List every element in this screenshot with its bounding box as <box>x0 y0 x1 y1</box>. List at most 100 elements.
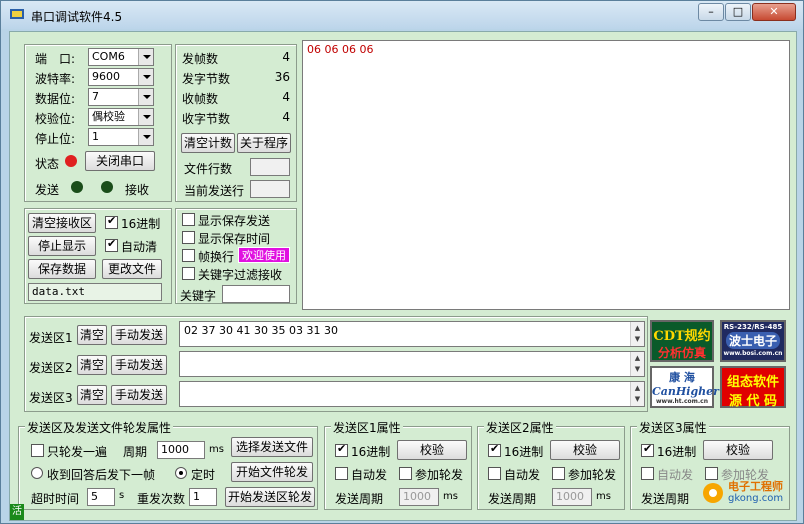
timeout-input[interactable]: 5 <box>87 488 115 506</box>
area3-auto-send-label: 自动发 <box>657 468 694 482</box>
scroll-down-icon[interactable]: ▼ <box>631 333 644 346</box>
close-button[interactable]: ✕ <box>752 3 796 21</box>
resend-label: 重发次数 <box>137 492 186 506</box>
keyword-filter-checkbox[interactable] <box>182 267 195 280</box>
send-area2-clear-button[interactable]: 清空 <box>77 355 107 375</box>
area2-check-button[interactable]: 校验 <box>550 440 620 460</box>
send-area3-manual-button[interactable]: 手动发送 <box>111 385 167 405</box>
gear-logo-icon <box>703 483 723 503</box>
about-button[interactable]: 关于程序 <box>237 133 291 153</box>
only-once-label: 只轮发一遍 <box>47 445 108 459</box>
area2-hex-label: 16进制 <box>504 445 544 459</box>
recv-frames-value: 4 <box>282 90 290 104</box>
ad-bosi-line2: 波士电子 <box>726 332 780 349</box>
app-window: 串口调试软件4.5 – □ ✕ 端 口: COM6 波特率: 9600 数据位:… <box>0 0 804 524</box>
stop-bits-select[interactable]: 1 <box>88 128 154 146</box>
area2-hex-checkbox[interactable] <box>488 442 501 457</box>
recv-hex-checkbox[interactable] <box>105 214 118 229</box>
clear-count-button[interactable]: 清空计数 <box>181 133 235 153</box>
timed-radio[interactable] <box>175 467 187 479</box>
send-area1-manual-button[interactable]: 手动发送 <box>111 325 167 345</box>
show-saved-send-checkbox[interactable] <box>182 213 195 226</box>
area1-hex-checkbox[interactable] <box>335 442 348 457</box>
baud-select[interactable]: 9600 <box>88 68 154 86</box>
after-reply-radio[interactable] <box>31 467 43 479</box>
recv-hex-label: 16进制 <box>121 217 161 231</box>
loop-period-input[interactable]: 1000 <box>157 441 205 459</box>
area3-check-button[interactable]: 校验 <box>703 440 773 460</box>
area3-auto-send-checkbox[interactable] <box>641 467 654 480</box>
maximize-button[interactable]: □ <box>725 3 751 21</box>
keyword-input[interactable] <box>222 285 290 303</box>
data-bits-select[interactable]: 7 <box>88 88 154 106</box>
chevron-down-icon <box>138 129 153 145</box>
watermark-logo: 电子工程师 gkong.com <box>700 476 792 516</box>
port-select[interactable]: COM6 <box>88 48 154 66</box>
show-saved-time-label: 显示保存时间 <box>198 232 271 246</box>
loop-period-label: 周期 <box>123 445 148 459</box>
send-area1-input[interactable]: 02 37 30 41 30 35 03 31 30 ▲ ▼ <box>179 321 645 347</box>
area1-period-input[interactable]: 1000 <box>399 488 439 506</box>
start-file-loop-button[interactable]: 开始文件轮发 <box>231 462 313 482</box>
area1-add-loop-label: 参加轮发 <box>415 468 464 482</box>
frame-newline-label: 帧换行 <box>198 250 235 264</box>
start-area-loop-button[interactable]: 开始发送区轮发 <box>225 487 315 507</box>
show-saved-time-checkbox[interactable] <box>182 231 195 244</box>
sent-frames-value: 4 <box>282 50 290 64</box>
status-label: 状态 <box>35 157 60 171</box>
current-line-field <box>250 180 290 198</box>
scrollbar[interactable]: ▲ ▼ <box>630 352 644 376</box>
area1-add-loop-checkbox[interactable] <box>399 467 412 480</box>
clear-receive-button[interactable]: 清空接收区 <box>28 213 96 233</box>
ad-canhigher-banner[interactable]: 康 海 CanHigher www.ht.com.cn <box>650 366 719 408</box>
send-area3-input[interactable]: ▲ ▼ <box>179 381 645 407</box>
after-reply-label: 收到回答后发下一帧 <box>47 468 156 482</box>
close-port-button[interactable]: 关闭串口 <box>85 151 155 171</box>
area2-add-loop-checkbox[interactable] <box>552 467 565 480</box>
send-area2-label: 发送区2 <box>29 361 73 375</box>
save-data-button[interactable]: 保存数据 <box>28 259 96 279</box>
scrollbar[interactable]: ▲ ▼ <box>630 382 644 406</box>
scrollbar[interactable]: ▲ ▼ <box>630 322 644 346</box>
resend-input[interactable]: 1 <box>189 488 217 506</box>
auto-clear-checkbox[interactable] <box>105 237 118 252</box>
receive-area[interactable]: 06 06 06 06 <box>302 40 790 310</box>
status-indicator: 活 <box>10 504 24 520</box>
area1-check-button[interactable]: 校验 <box>397 440 467 460</box>
send-area3-clear-button[interactable]: 清空 <box>77 385 107 405</box>
frame-newline-checkbox[interactable] <box>182 249 195 262</box>
area1-period-unit: ms <box>443 491 458 502</box>
change-file-button[interactable]: 更改文件 <box>102 259 162 279</box>
send-area2-manual-button[interactable]: 手动发送 <box>111 355 167 375</box>
port-settings-panel: 端 口: COM6 波特率: 9600 数据位: 7 校验位: 偶校验 停止位:… <box>24 44 172 202</box>
area1-hex-label: 16进制 <box>351 445 391 459</box>
scroll-down-icon[interactable]: ▼ <box>631 393 644 406</box>
area2-auto-send-checkbox[interactable] <box>488 467 501 480</box>
stop-display-button[interactable]: 停止显示 <box>28 236 96 256</box>
ad-config-line2: 源 代 码 <box>728 394 778 409</box>
parity-select[interactable]: 偶校验 <box>88 108 154 126</box>
ad-config-software-banner[interactable]: 组态软件 源 代 码 <box>720 366 786 409</box>
recv-frames-label: 收帧数 <box>182 92 219 106</box>
sent-bytes-label: 发字节数 <box>182 72 231 86</box>
choose-file-button[interactable]: 选择发送文件 <box>231 437 313 457</box>
ad-cdt-banner[interactable]: CDT规约 分析仿真 <box>650 320 714 362</box>
ad-canhigher-line3: www.ht.com.cn <box>656 398 708 405</box>
data-bits-label: 数据位: <box>35 92 76 106</box>
minimize-button[interactable]: – <box>698 3 724 21</box>
only-once-checkbox[interactable] <box>31 444 44 457</box>
scroll-down-icon[interactable]: ▼ <box>631 363 644 376</box>
file-name-field[interactable]: data.txt <box>28 283 162 301</box>
area1-auto-send-checkbox[interactable] <box>335 467 348 480</box>
send-area2-input[interactable]: ▲ ▼ <box>179 351 645 377</box>
send-area1-clear-button[interactable]: 清空 <box>77 325 107 345</box>
title-bar: 串口调试软件4.5 – □ ✕ <box>1 1 803 29</box>
port-label: 端 口: <box>35 52 76 66</box>
baud-value: 9600 <box>92 70 120 83</box>
recv-bytes-label: 收字节数 <box>182 112 231 126</box>
area2-period-input[interactable]: 1000 <box>552 488 592 506</box>
ad-bosi-banner[interactable]: RS-232/RS-485 波士电子 www.bosi.com.cn <box>720 320 786 362</box>
sent-frames-label: 发帧数 <box>182 52 219 66</box>
area3-period-label: 发送周期 <box>641 492 690 506</box>
area3-hex-checkbox[interactable] <box>641 442 654 457</box>
